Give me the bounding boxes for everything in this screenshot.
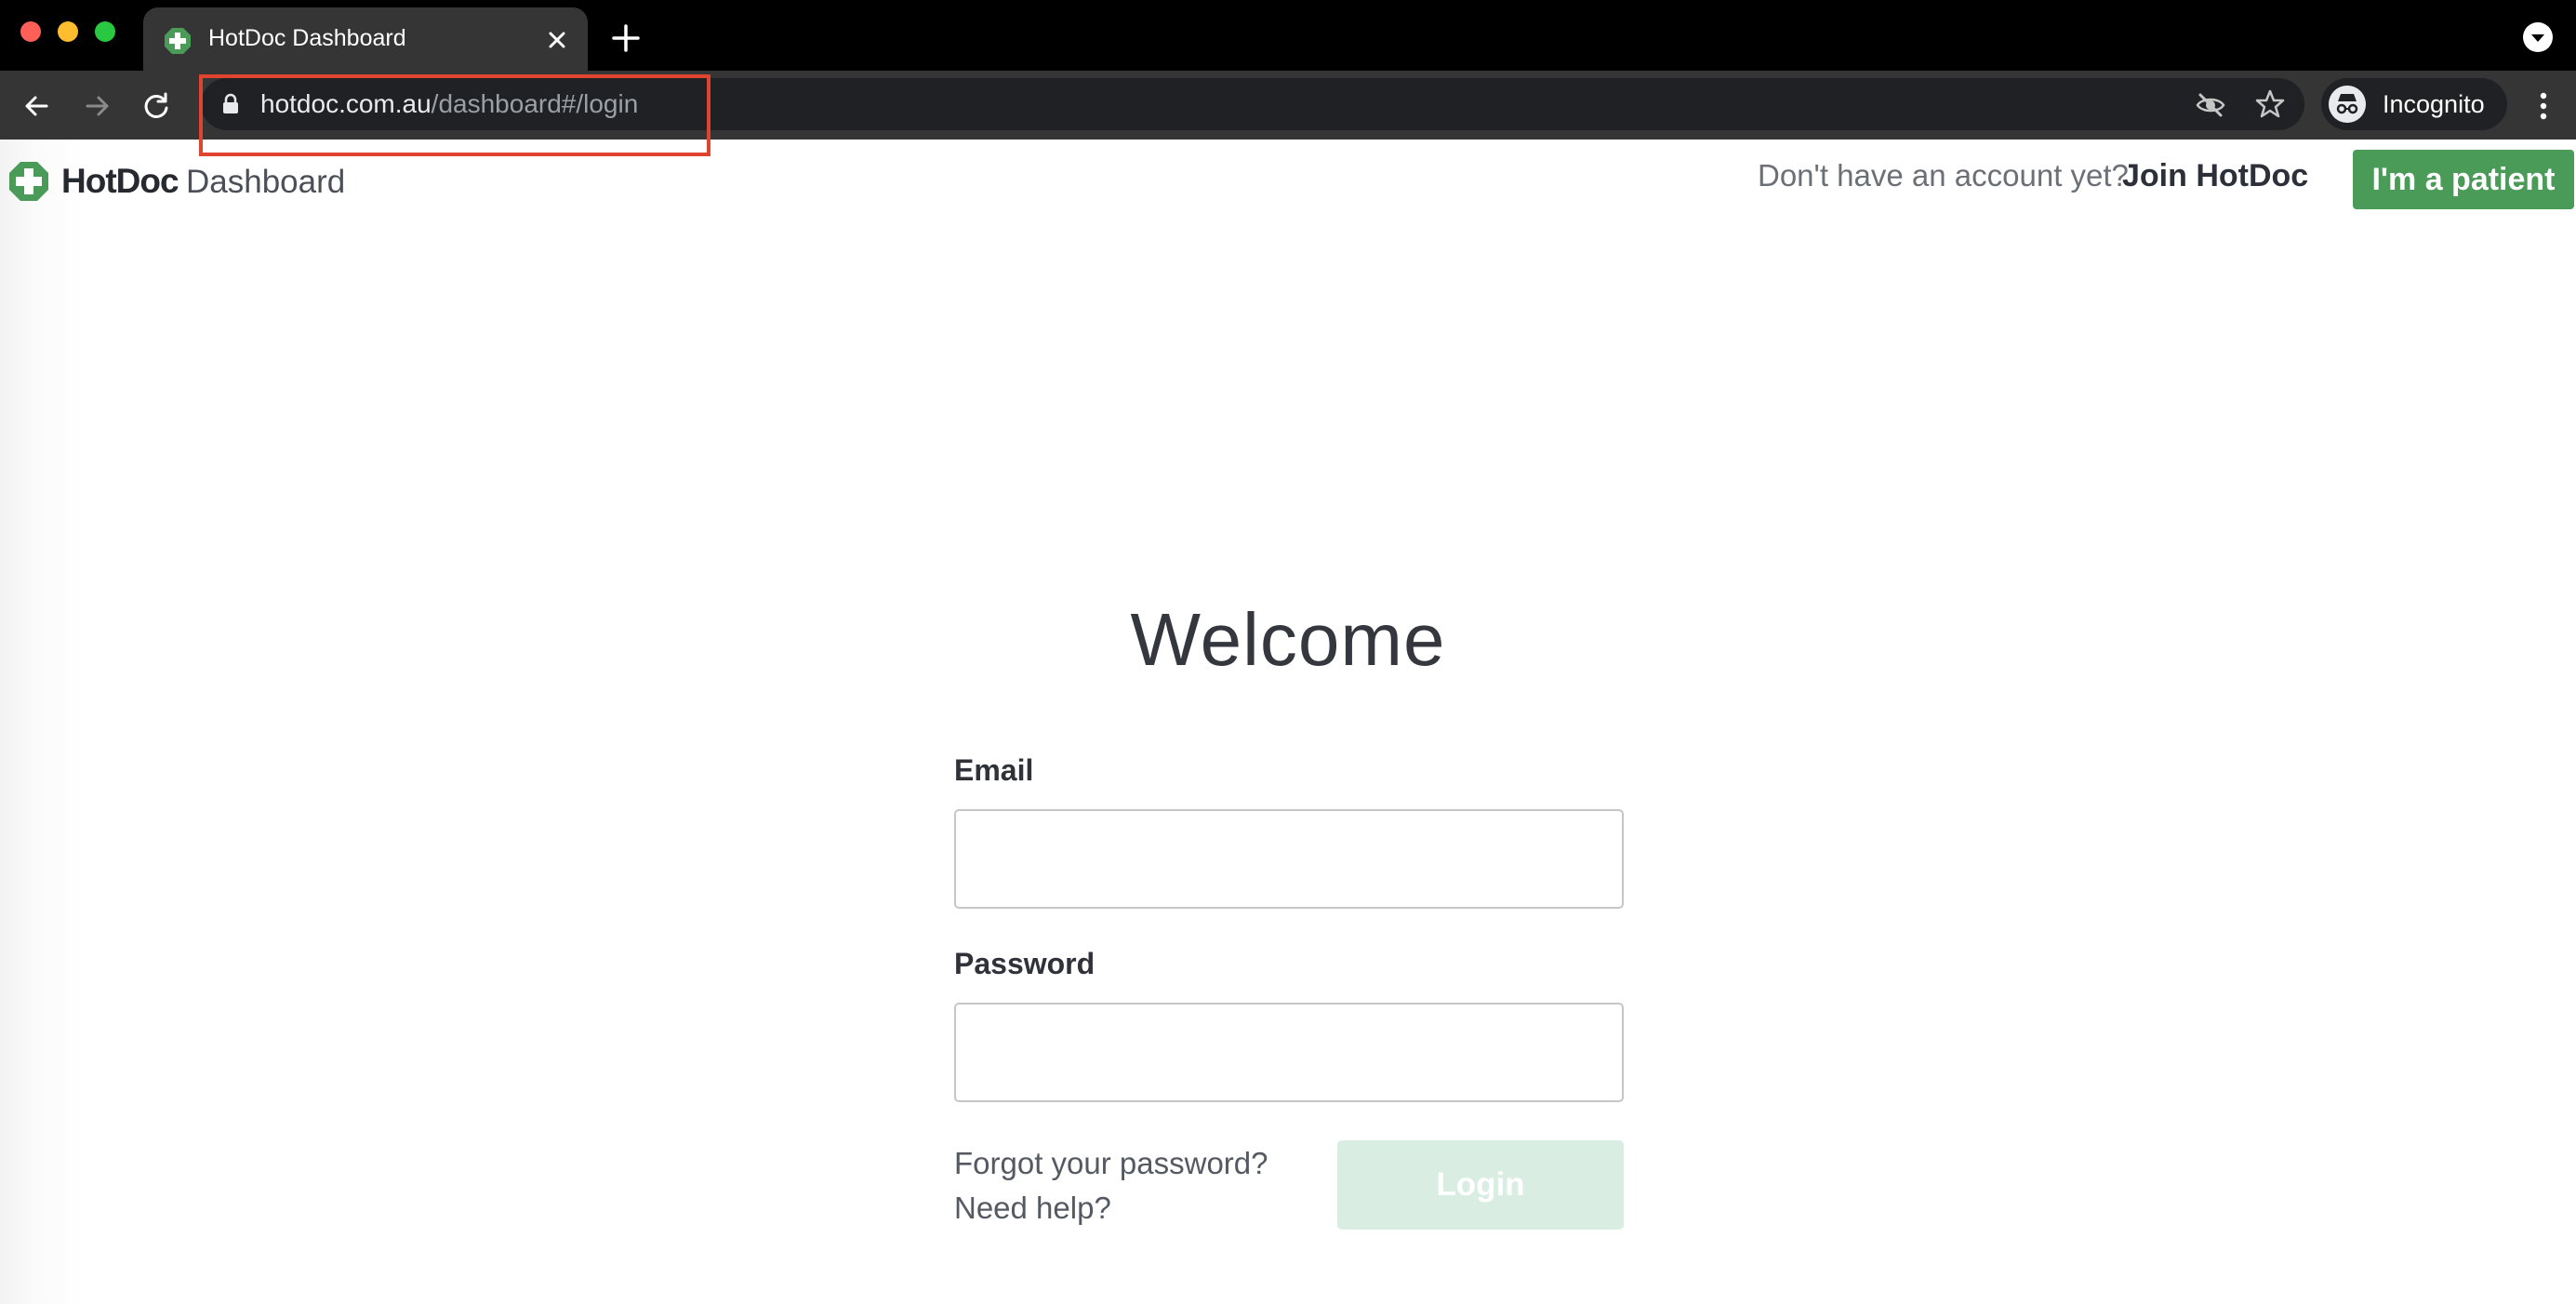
forgot-password-link[interactable]: Forgot your password? bbox=[954, 1146, 1268, 1181]
logo-brand-text: HotDoc bbox=[61, 162, 179, 200]
hotdoc-favicon-icon bbox=[165, 28, 191, 54]
forward-arrow-icon[interactable] bbox=[78, 87, 115, 125]
window-maximize-button[interactable] bbox=[95, 21, 115, 42]
star-icon[interactable] bbox=[2254, 88, 2286, 120]
im-a-patient-button[interactable]: I'm a patient bbox=[2353, 150, 2574, 209]
back-arrow-icon[interactable] bbox=[19, 87, 56, 125]
profile-label: Incognito bbox=[2383, 90, 2485, 118]
url-highlight-annotation bbox=[199, 74, 710, 156]
need-help-link[interactable]: Need help? bbox=[954, 1191, 1111, 1226]
window-minimize-button[interactable] bbox=[58, 21, 78, 42]
plus-icon[interactable] bbox=[610, 22, 642, 54]
window-close-button[interactable] bbox=[20, 21, 41, 42]
reload-icon[interactable] bbox=[138, 87, 175, 125]
page-title: Welcome bbox=[1130, 598, 1446, 681]
email-label: Email bbox=[954, 753, 1034, 787]
email-field[interactable] bbox=[954, 809, 1624, 909]
hotdoc-cross-icon bbox=[9, 162, 48, 201]
eye-slash-icon[interactable] bbox=[2195, 89, 2226, 121]
tab-search-button[interactable] bbox=[2523, 22, 2553, 52]
close-icon[interactable] bbox=[543, 26, 571, 54]
password-field[interactable] bbox=[954, 1003, 1624, 1102]
tab-title: HotDoc Dashboard bbox=[208, 25, 406, 51]
account-prompt: Don't have an account yet? bbox=[1758, 158, 2129, 193]
profile-incognito-button[interactable]: Incognito bbox=[2321, 78, 2507, 130]
incognito-icon bbox=[2329, 86, 2366, 123]
browser-tab-strip: HotDoc Dashboard bbox=[0, 0, 2576, 71]
password-label: Password bbox=[954, 947, 1095, 980]
browser-tab-active[interactable]: HotDoc Dashboard bbox=[143, 7, 588, 71]
logo-product-text: Dashboard bbox=[186, 164, 346, 200]
page-body: HotDoc Dashboard Don't have an account y… bbox=[0, 140, 2576, 1304]
more-vert-icon[interactable] bbox=[2530, 87, 2557, 125]
login-button[interactable]: Login bbox=[1337, 1140, 1624, 1230]
chevron-down-icon bbox=[2531, 34, 2544, 42]
join-hotdoc-link[interactable]: Join HotDoc bbox=[2122, 158, 2308, 194]
